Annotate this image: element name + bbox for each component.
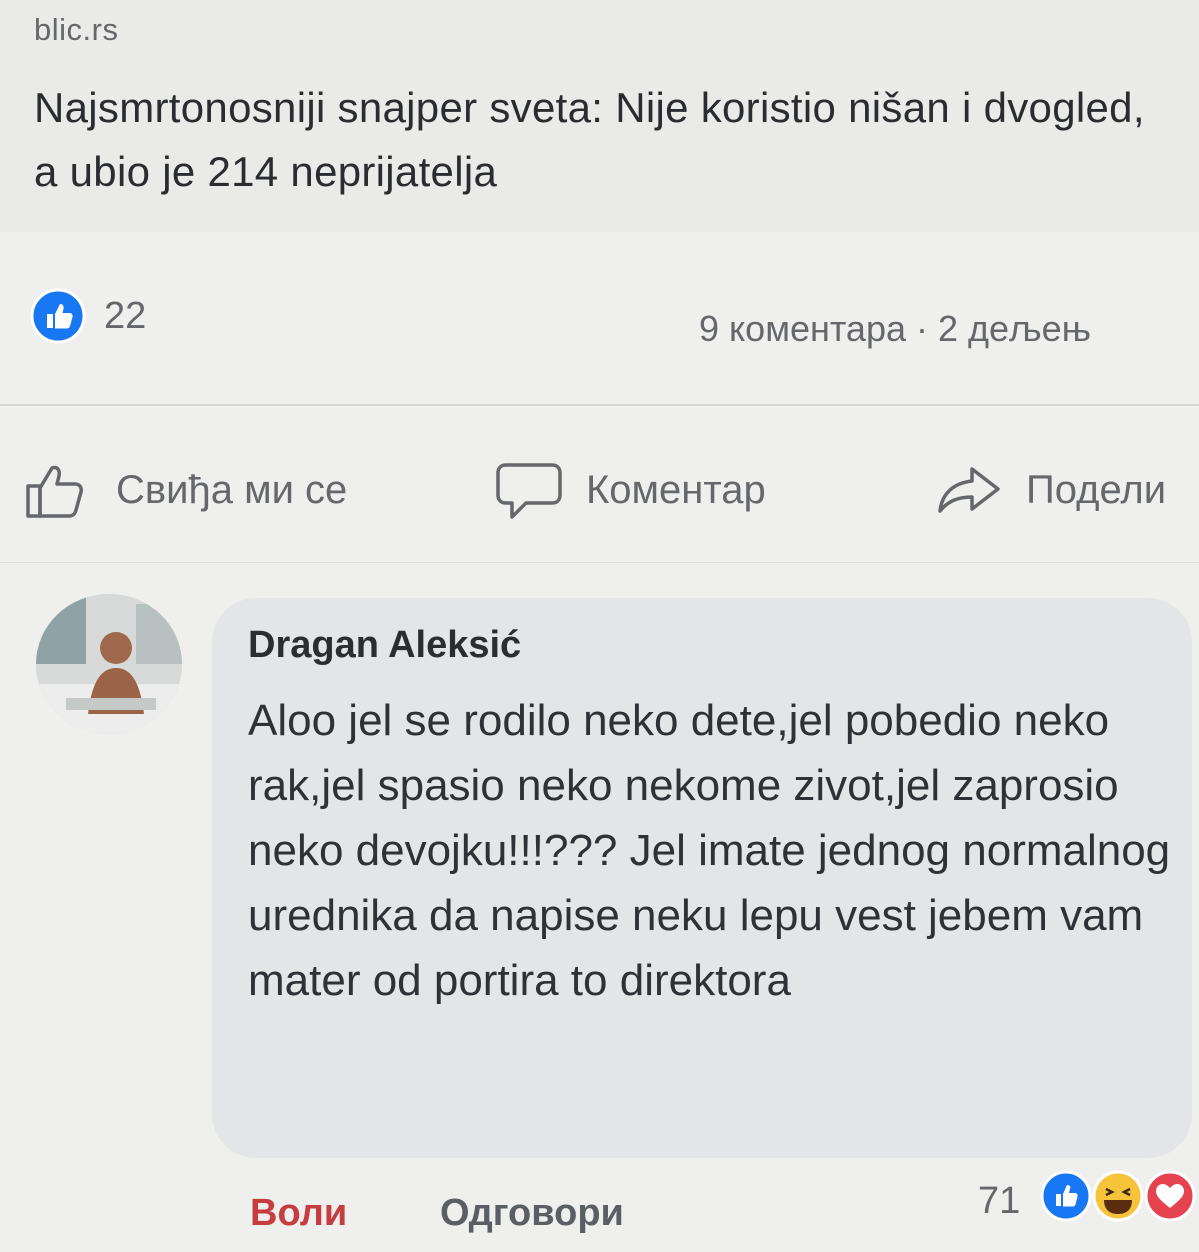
thumbs-up-badge-icon[interactable]: [30, 288, 86, 344]
haha-reaction-icon: [1092, 1170, 1144, 1222]
comment-text: Aloo jel se rodilo neko dete,jel pobedio…: [248, 696, 1171, 1005]
likes-count[interactable]: 22: [104, 295, 146, 338]
link-source-domain: blic.rs: [34, 12, 119, 47]
share-action-button[interactable]: Подели: [934, 450, 1166, 530]
like-action-button[interactable]: Свиђа ми се: [22, 450, 347, 530]
thumbs-up-outline-icon: [26, 465, 83, 518]
link-preview-card[interactable]: blic.rs Najsmrtonosniji snajper sveta: N…: [0, 0, 1199, 232]
comment-action-label: Коментар: [586, 467, 766, 512]
speech-bubble-icon: [496, 463, 562, 519]
comment-author[interactable]: Dragan Aleksić: [248, 624, 521, 667]
comment-action-button[interactable]: Коментар: [494, 450, 766, 530]
like-reaction-icon: [1040, 1170, 1092, 1222]
comments-shares-summary[interactable]: 9 коментара · 2 дељењ: [699, 308, 1199, 350]
share-action-label: Подели: [1026, 467, 1167, 512]
love-reaction-icon: [1144, 1170, 1196, 1222]
avatar[interactable]: [36, 594, 182, 734]
divider: [0, 404, 1199, 406]
share-arrow-icon: [938, 467, 1000, 513]
divider: [0, 562, 1199, 563]
like-action-label: Свиђа ми се: [116, 467, 348, 512]
reactions-stack[interactable]: [1034, 1166, 1199, 1226]
link-headline[interactable]: Najsmrtonosniji snajper sveta: Nije kori…: [34, 76, 1174, 204]
comment-reply-link[interactable]: Одговори: [440, 1192, 624, 1235]
reaction-count[interactable]: 71: [978, 1180, 1020, 1223]
comment-like-link[interactable]: Воли: [250, 1192, 347, 1235]
avatar-photo: [36, 594, 182, 734]
